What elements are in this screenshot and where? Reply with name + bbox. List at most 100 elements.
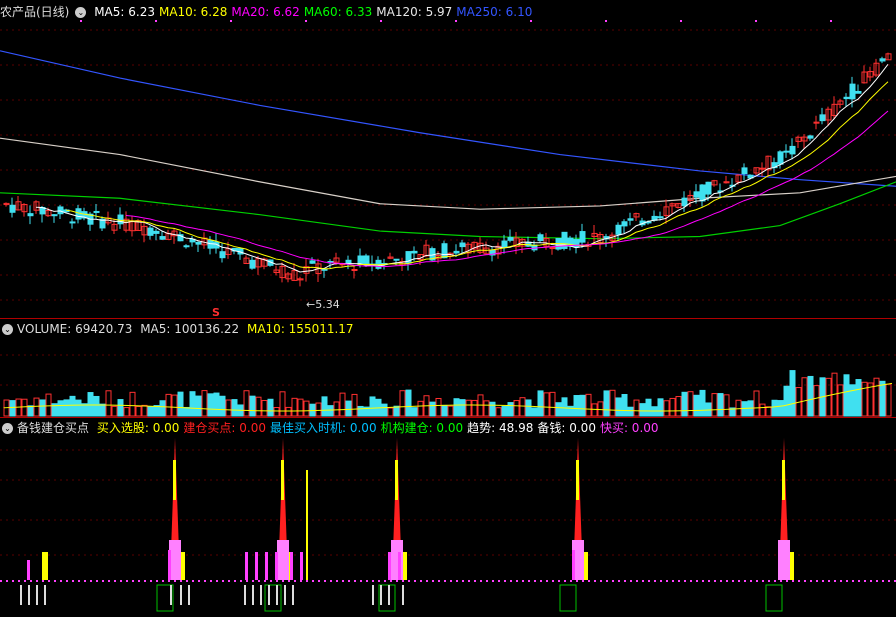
- baseline-dot: [660, 580, 662, 582]
- baseline-dot: [762, 580, 764, 582]
- volume-bar: [879, 380, 886, 417]
- white-bar: [388, 585, 390, 605]
- baseline-dot: [642, 580, 644, 582]
- candle-body: [507, 237, 514, 241]
- volume-bar: [177, 391, 184, 417]
- volume-bar: [225, 399, 232, 417]
- volume-bar: [873, 377, 880, 417]
- volume-bar: [495, 407, 502, 417]
- baseline-dot: [684, 580, 686, 582]
- ma-legend-item: MA5: 6.23: [94, 5, 155, 19]
- collapse-icon[interactable]: ⌄: [2, 423, 13, 434]
- volume-bar: [573, 395, 580, 417]
- volume-bar: [147, 406, 154, 417]
- yellow-line: [306, 470, 308, 580]
- baseline-dot: [420, 580, 422, 582]
- volume-bar: [417, 400, 424, 417]
- candle-body: [879, 58, 886, 62]
- volume-bar: [675, 396, 682, 417]
- candle-body: [681, 197, 688, 207]
- candle-body: [93, 210, 100, 213]
- volume-bar: [771, 399, 778, 417]
- buy-spike-core: [576, 460, 579, 500]
- buy-spike-base: [391, 540, 403, 580]
- white-bar: [260, 585, 262, 605]
- volume-bar: [663, 400, 670, 417]
- volume-bar: [777, 400, 784, 417]
- volume-bar: [813, 385, 820, 417]
- baseline-dot: [372, 580, 374, 582]
- baseline-dot: [264, 580, 266, 582]
- baseline-dot: [852, 580, 854, 582]
- volume-bar: [717, 393, 724, 417]
- candle-body: [117, 214, 124, 225]
- green-box: [765, 584, 783, 612]
- volume-bar: [87, 392, 94, 417]
- yellow-bar: [790, 552, 794, 580]
- volume-bar: [93, 395, 100, 417]
- baseline-dot: [18, 580, 20, 582]
- collapse-icon[interactable]: ⌄: [75, 7, 87, 18]
- volume-bar: [69, 395, 76, 417]
- signal-dot: [605, 20, 607, 22]
- pink-bar: [27, 560, 30, 580]
- candle-body: [699, 184, 706, 202]
- baseline-dot: [168, 580, 170, 582]
- volume-bar: [315, 402, 322, 417]
- white-bar: [292, 585, 294, 605]
- volume-bar: [453, 398, 460, 417]
- baseline-dot: [228, 580, 230, 582]
- baseline-dot: [768, 580, 770, 582]
- volume-bar: [699, 389, 706, 417]
- baseline-dot: [864, 580, 866, 582]
- candle-body: [75, 208, 82, 220]
- baseline-dot: [216, 580, 218, 582]
- baseline-dot: [744, 580, 746, 582]
- baseline-dot: [630, 580, 632, 582]
- candle-body: [777, 151, 784, 165]
- volume-bar: [621, 393, 628, 417]
- indicator-legend-item: 机构建仓: 0.00: [380, 421, 464, 435]
- baseline-dot: [276, 580, 278, 582]
- baseline-dot: [582, 580, 584, 582]
- volume-bar: [219, 395, 226, 417]
- volume-bar: [213, 392, 220, 417]
- candle-body: [363, 255, 370, 266]
- candle-body: [219, 251, 226, 259]
- baseline-dot: [348, 580, 350, 582]
- white-bar: [20, 585, 22, 605]
- pink-bar: [290, 552, 293, 580]
- collapse-icon[interactable]: ⌄: [2, 324, 13, 335]
- volume-bar: [609, 389, 616, 417]
- baseline-dot: [696, 580, 698, 582]
- baseline-dot: [804, 580, 806, 582]
- baseline-dot: [672, 580, 674, 582]
- baseline-dot: [822, 580, 824, 582]
- baseline-dot: [732, 580, 734, 582]
- baseline-dot: [336, 580, 338, 582]
- volume-bar: [153, 405, 160, 417]
- baseline-dot: [840, 580, 842, 582]
- candle-body: [321, 268, 328, 271]
- baseline-dot: [12, 580, 14, 582]
- baseline-dot: [654, 580, 656, 582]
- main-legend: 农产品(日线) ⌄ MA5: 6.23 MA10: 6.28 MA20: 6.62 MA…: [0, 4, 540, 20]
- white-bar: [244, 585, 246, 605]
- white-bar: [44, 585, 46, 605]
- baseline-dot: [222, 580, 224, 582]
- volume-bar: [669, 397, 676, 417]
- baseline-dot: [792, 580, 794, 582]
- baseline-dot: [60, 580, 62, 582]
- stock-chart-canvas[interactable]: ←5.34S: [0, 0, 896, 617]
- volume-bar: [141, 404, 148, 417]
- white-bar: [252, 585, 254, 605]
- baseline-dot: [480, 580, 482, 582]
- volume-bar: [441, 404, 448, 417]
- ma60-line: [0, 181, 896, 240]
- baseline-dot: [624, 580, 626, 582]
- volume-bar: [399, 390, 406, 417]
- indicator-title: 备钱建仓买点: [17, 421, 90, 435]
- ma10-line: [65, 81, 889, 270]
- baseline-dot: [528, 580, 530, 582]
- baseline-dot: [198, 580, 200, 582]
